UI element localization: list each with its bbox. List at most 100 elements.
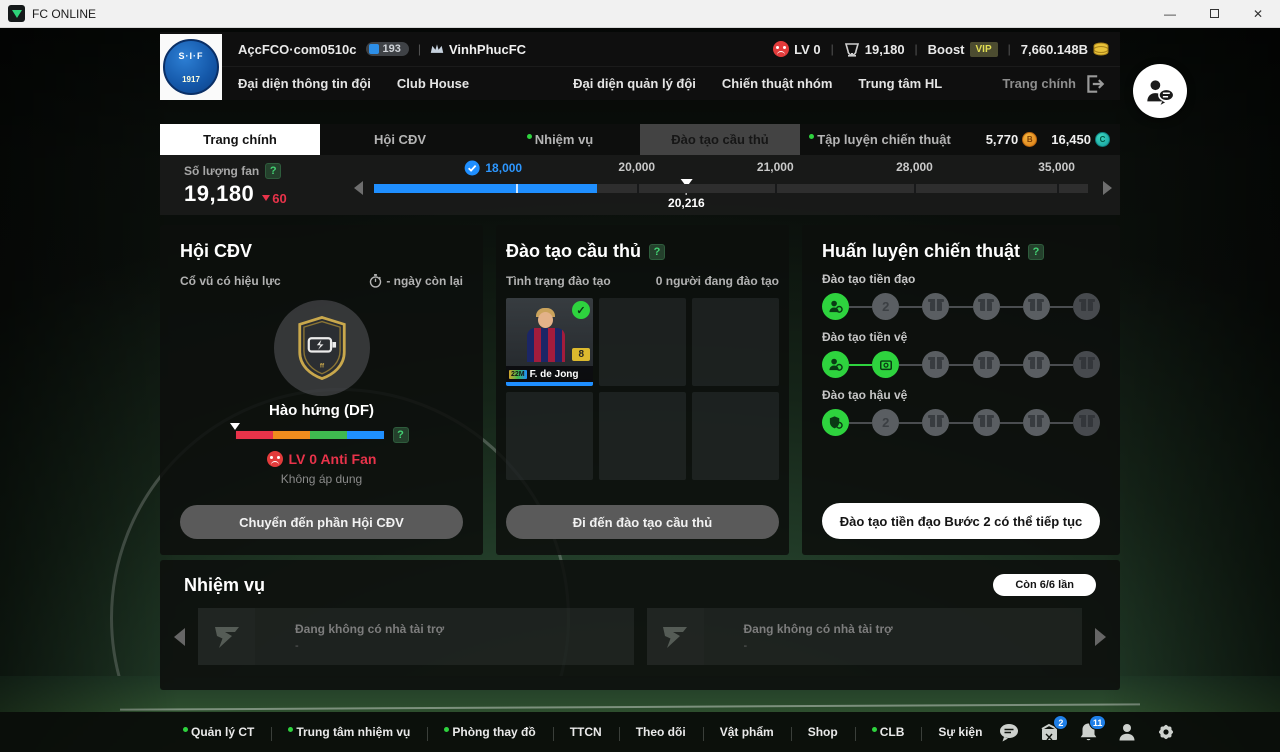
mood-gauge bbox=[235, 430, 385, 440]
step-reward bbox=[973, 351, 1000, 378]
sponsor-card[interactable]: Đang không có nhà tài trợ - bbox=[198, 608, 634, 665]
goto-fanclub-button[interactable]: Chuyển đến phần Hội CĐV bbox=[180, 505, 463, 539]
menu-items[interactable]: Vật phẩm bbox=[703, 725, 791, 739]
tab-missions[interactable]: Nhiệm vụ bbox=[480, 124, 640, 155]
gift-icon bbox=[930, 418, 942, 427]
slider-track[interactable] bbox=[374, 184, 1088, 193]
missions-remaining-badge[interactable]: Còn 6/6 lần bbox=[993, 574, 1096, 596]
defense-training-stepper: 2 bbox=[822, 409, 1100, 436]
gift-icon bbox=[930, 360, 942, 369]
help-icon[interactable]: ? bbox=[1028, 244, 1044, 260]
help-icon[interactable]: ? bbox=[393, 427, 409, 443]
fanclub-title: Hội CĐV bbox=[180, 241, 252, 262]
nav-item-group-tactics[interactable]: Chiến thuật nhóm bbox=[722, 76, 833, 91]
maximize-button[interactable] bbox=[1192, 0, 1236, 28]
slider-left-arrow[interactable] bbox=[354, 181, 363, 195]
chat-button[interactable] bbox=[999, 723, 1020, 742]
help-icon[interactable]: ? bbox=[265, 163, 281, 179]
currency-area: 5,770B 16,450C bbox=[986, 124, 1120, 155]
fan-count-value: 19,180 bbox=[184, 181, 254, 207]
help-icon[interactable]: ? bbox=[649, 244, 665, 260]
dashboard-panels: Hội CĐV Cổ vũ có hiệu lực - ngày còn lại bbox=[160, 225, 1120, 555]
notify-dot bbox=[527, 134, 532, 139]
gift-icon bbox=[980, 302, 992, 311]
boost-stat[interactable]: Boost VIP bbox=[928, 42, 998, 57]
menu-locker-room[interactable]: Phòng thay đồ bbox=[427, 725, 552, 739]
milestone-18000[interactable]: 18,000 bbox=[464, 160, 522, 176]
nav-item-team-info[interactable]: Đại diện thông tin đội bbox=[238, 76, 371, 91]
nav-item-club-house[interactable]: Club House bbox=[397, 76, 469, 91]
settings-button[interactable] bbox=[1156, 722, 1176, 742]
missions-right-arrow[interactable] bbox=[1095, 628, 1106, 646]
exit-icon[interactable] bbox=[1084, 73, 1106, 95]
player-card[interactable]: ✓ 8 22M F. de Jong bbox=[506, 298, 593, 386]
nav-item-training-center[interactable]: Trung tâm HL bbox=[858, 76, 942, 91]
cc-currency: 16,450C bbox=[1051, 132, 1110, 147]
goto-player-training-button[interactable]: Đi đến đào tạo cầu thủ bbox=[506, 505, 779, 539]
player-level-badge: 8 bbox=[572, 348, 590, 361]
milestone-28000: 28,000 bbox=[896, 160, 933, 174]
gear-icon bbox=[1156, 722, 1176, 742]
sponsor-card[interactable]: Đang không có nhà tài trợ - bbox=[647, 608, 1083, 665]
home-link[interactable]: Trang chính bbox=[1002, 76, 1076, 91]
fanclub-panel: Hội CĐV Cổ vũ có hiệu lực - ngày còn lại bbox=[160, 225, 483, 555]
player-training-panel: Đào tạo cầu thủ ? Tình trạng đào tạo 0 n… bbox=[496, 225, 789, 555]
step-reward bbox=[1023, 351, 1050, 378]
notify-dot bbox=[872, 727, 877, 732]
menu-ct-manage[interactable]: Quản lý CT bbox=[166, 725, 271, 739]
support-chat-button[interactable] bbox=[1133, 64, 1187, 118]
milestone-20000: 20,000 bbox=[618, 160, 655, 174]
missions-left-arrow[interactable] bbox=[174, 628, 185, 646]
menu-clb[interactable]: CLB bbox=[855, 725, 922, 739]
menu-follow[interactable]: Theo dõi bbox=[619, 725, 703, 739]
step-reward bbox=[922, 293, 949, 320]
gift-icon bbox=[980, 418, 992, 427]
tab-tactic-training[interactable]: Tập luyện chiến thuật bbox=[800, 124, 960, 155]
app-window: FC ONLINE — ✕ S·I·F 1917 AçcFCO·com0510c bbox=[0, 0, 1280, 752]
notifications-button[interactable]: 11 bbox=[1079, 722, 1098, 742]
fan-milestone-slider[interactable]: 18,000 20,000 21,000 28,000 35,000 20,21… bbox=[348, 155, 1114, 215]
sponsor-sub: - bbox=[744, 640, 893, 652]
tab-main[interactable]: Trang chính bbox=[160, 124, 320, 155]
chat-bubble-icon bbox=[999, 723, 1020, 742]
club-crest[interactable]: S·I·F 1917 bbox=[160, 34, 222, 100]
bp-coin-icon: B bbox=[1022, 132, 1037, 147]
close-button[interactable]: ✕ bbox=[1236, 0, 1280, 28]
step-reward bbox=[973, 409, 1000, 436]
tactic-title: Huấn luyện chiến thuật bbox=[822, 241, 1020, 262]
bp-currency: 5,770B bbox=[986, 132, 1038, 147]
sponsor-sub: - bbox=[295, 640, 444, 652]
days-left-label: - ngày còn lại bbox=[369, 274, 463, 288]
missions-title: Nhiệm vụ bbox=[184, 575, 265, 596]
slider-right-arrow[interactable] bbox=[1103, 181, 1112, 195]
menu-mission-center[interactable]: Trung tâm nhiệm vụ bbox=[271, 725, 427, 739]
notify-dot bbox=[809, 134, 814, 139]
slider-fill bbox=[374, 184, 597, 193]
tab-fanclub[interactable]: Hội CĐV bbox=[320, 124, 480, 155]
step-number: 2 bbox=[872, 293, 899, 320]
clubhouse-button[interactable]: 2 bbox=[1039, 722, 1060, 742]
track-forward-label: Đào tạo tiền đạo bbox=[822, 272, 1100, 286]
nav-item-team-manage[interactable]: Đại diện quản lý đội bbox=[573, 76, 696, 91]
profile-button[interactable] bbox=[1117, 722, 1137, 742]
menu-shop[interactable]: Shop bbox=[791, 725, 855, 739]
step-reward bbox=[922, 351, 949, 378]
account-badge-icon bbox=[369, 44, 379, 54]
mood-emblem: ff bbox=[274, 300, 370, 396]
menu-ttcn[interactable]: TTCN bbox=[553, 725, 619, 739]
sponsor-text: Đang không có nhà tài trợ bbox=[295, 622, 444, 636]
tab-bar: Trang chính Hội CĐV Nhiệm vụ Đào tạo cầu… bbox=[160, 124, 1120, 155]
tab-player-training[interactable]: Đào tạo cầu thủ bbox=[640, 124, 800, 155]
stopwatch-icon bbox=[369, 274, 382, 288]
training-count-label: 0 người đang đào tạo bbox=[656, 274, 779, 288]
milestone-35000: 35,000 bbox=[1038, 160, 1075, 174]
training-title: Đào tạo cầu thủ bbox=[506, 241, 641, 262]
continue-training-button[interactable]: Đào tạo tiền đạo Bước 2 có thể tiếp tục bbox=[822, 503, 1100, 539]
gift-icon bbox=[930, 302, 942, 311]
minimize-button[interactable]: — bbox=[1148, 0, 1192, 28]
step-player-icon bbox=[822, 293, 849, 320]
gauge-marker bbox=[230, 423, 240, 430]
step-reward bbox=[973, 293, 1000, 320]
account-level-badge[interactable]: 193 bbox=[366, 42, 409, 56]
menu-events[interactable]: Sự kiện bbox=[921, 725, 999, 739]
